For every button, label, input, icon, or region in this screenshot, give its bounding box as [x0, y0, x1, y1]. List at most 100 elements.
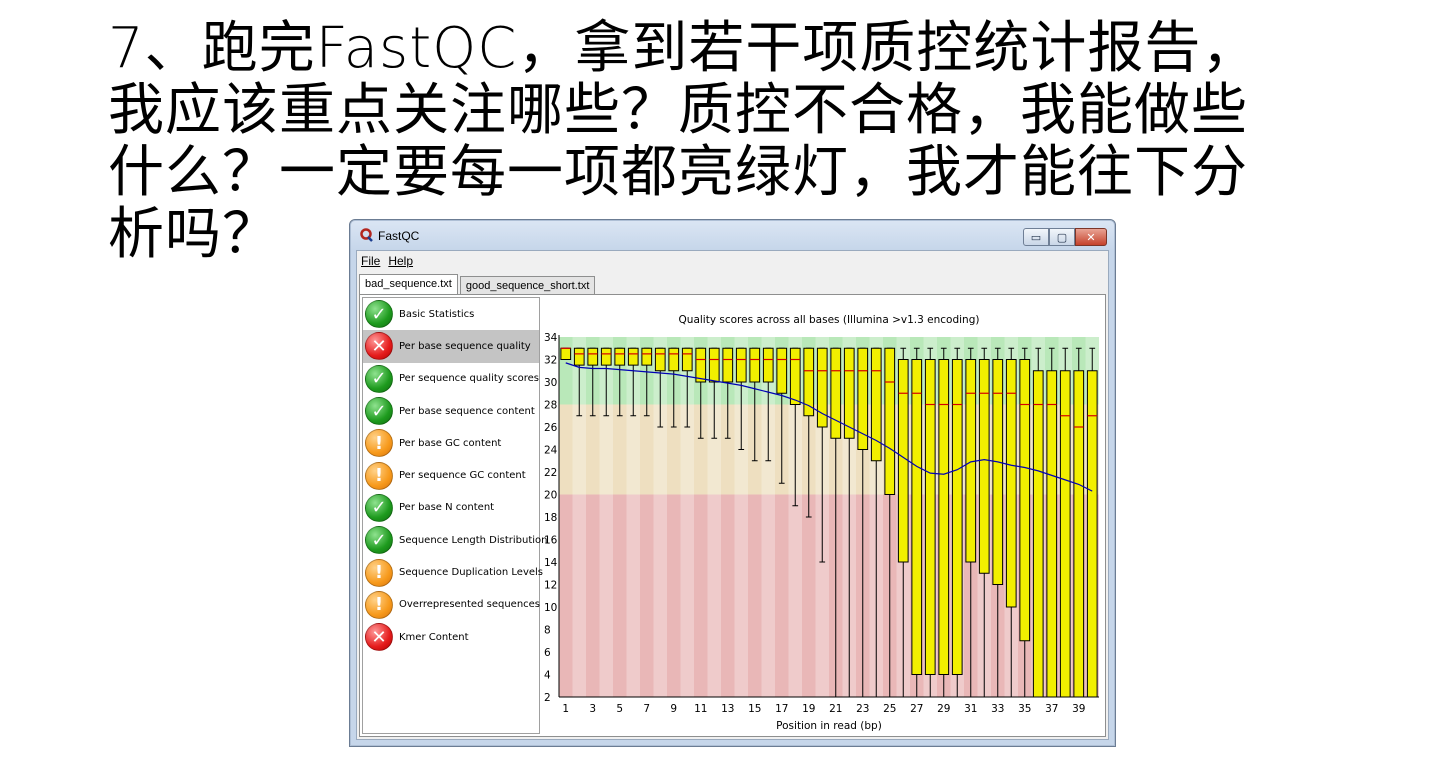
- quartile-box: [614, 347, 626, 366]
- file-tabs: bad_sequence.txt good_sequence_short.txt: [359, 273, 597, 295]
- module-item[interactable]: ✓ Per sequence quality scores: [363, 363, 539, 395]
- y-tick-label: 22: [544, 467, 557, 479]
- quartile-box: [870, 347, 882, 462]
- y-tick-label: 2: [544, 692, 551, 704]
- quartile-box: [641, 347, 653, 366]
- minimize-icon: ▭: [1030, 230, 1042, 244]
- quartile-box: [681, 347, 693, 372]
- x-tick-label: 17: [775, 703, 788, 715]
- quartile-box: [830, 347, 842, 439]
- quartile-box: [776, 347, 788, 394]
- x-tick-label: 25: [883, 703, 896, 715]
- module-label: Kmer Content: [399, 631, 469, 643]
- x-tick-label: 15: [748, 703, 761, 715]
- quartile-box: [897, 359, 909, 563]
- minimize-button[interactable]: ▭: [1023, 228, 1049, 246]
- x-axis-label: Position in read (bp): [776, 720, 882, 732]
- slide-title-line: 7、跑完FastQC，拿到若干项质控统计报告，: [108, 16, 1259, 81]
- x-tick-label: 37: [1045, 703, 1058, 715]
- y-tick-label: 20: [544, 490, 557, 502]
- exclamation-icon: !: [365, 590, 393, 619]
- quality-chart: Quality scores across all bases (Illumin…: [541, 297, 1103, 734]
- x-tick-label: 19: [802, 703, 815, 715]
- check-icon: ✓: [365, 364, 393, 393]
- module-item[interactable]: ! Per base GC content: [363, 427, 539, 459]
- x-tick-label: 11: [694, 703, 707, 715]
- fastqc-window: FastQC ▭ ▢ ✕ File Help bad_sequence.txt …: [349, 219, 1116, 747]
- menu-help[interactable]: Help: [388, 254, 413, 268]
- quartile-box: [1086, 370, 1098, 698]
- module-label: Overrepresented sequences: [399, 599, 541, 611]
- quartile-box: [1005, 359, 1017, 608]
- slide-title-line: 什么？一定要每一项都亮绿灯，我才能往下分: [108, 140, 1248, 205]
- x-tick-label: 5: [616, 703, 623, 715]
- module-item[interactable]: ✓ Per base sequence content: [363, 395, 539, 427]
- box-plot-item: [951, 347, 963, 698]
- module-item[interactable]: ! Overrepresented sequences: [363, 589, 541, 621]
- menu-file[interactable]: File: [361, 254, 380, 268]
- tab-good-sequence-short[interactable]: good_sequence_short.txt: [459, 276, 596, 295]
- window-titlebar[interactable]: FastQC ▭ ▢ ✕: [350, 220, 1115, 250]
- y-tick-label: 6: [544, 647, 551, 659]
- close-button[interactable]: ✕: [1075, 228, 1107, 246]
- y-tick-label: 14: [544, 557, 558, 569]
- module-item[interactable]: ✓ Sequence Length Distribution: [363, 524, 548, 556]
- x-tick-label: 31: [964, 703, 977, 715]
- check-icon: ✓: [365, 493, 393, 522]
- y-tick-label: 34: [544, 332, 558, 344]
- quartile-box: [1059, 370, 1071, 698]
- quartile-box: [978, 359, 990, 574]
- module-item[interactable]: ! Sequence Duplication Levels: [363, 556, 543, 588]
- y-tick-label: 10: [544, 602, 557, 614]
- x-tick-label: 21: [829, 703, 842, 715]
- quartile-box: [1019, 359, 1031, 642]
- y-tick-label: 4: [544, 670, 551, 682]
- x-tick-label: 1: [562, 703, 569, 715]
- box-plot-item: [1086, 347, 1098, 698]
- cross-icon: ✕: [365, 332, 393, 361]
- fastqc-app-icon: [360, 228, 373, 242]
- quality-chart-svg: Quality scores across all bases (Illumin…: [544, 314, 1099, 732]
- check-icon: ✓: [365, 526, 393, 555]
- module-item[interactable]: ✕ Per base sequence quality: [363, 330, 539, 363]
- check-icon: ✓: [365, 397, 393, 426]
- module-label: Basic Statistics: [399, 308, 475, 320]
- exclamation-icon: !: [365, 461, 393, 490]
- y-tick-label: 26: [544, 422, 558, 434]
- module-item[interactable]: ✕ Kmer Content: [363, 621, 539, 653]
- window-title: FastQC: [378, 229, 420, 243]
- tab-bad-sequence[interactable]: bad_sequence.txt: [359, 274, 458, 295]
- quartile-box: [789, 347, 801, 405]
- x-tick-label: 13: [721, 703, 734, 715]
- y-tick-label: 24: [544, 445, 558, 457]
- chart-title: Quality scores across all bases (Illumin…: [679, 314, 980, 326]
- box-plot-item: [911, 347, 923, 698]
- x-tick-label: 35: [1018, 703, 1031, 715]
- box-plot-item: [1032, 347, 1044, 698]
- quartile-box: [735, 347, 747, 383]
- maximize-button[interactable]: ▢: [1049, 228, 1075, 246]
- module-label: Sequence Length Distribution: [399, 534, 548, 546]
- box-plot-item: [1059, 347, 1071, 698]
- module-item[interactable]: ✓ Per base N content: [363, 492, 539, 524]
- module-item[interactable]: ✓ Basic Statistics: [363, 298, 539, 330]
- quartile-box: [951, 359, 963, 675]
- window-controls: ▭ ▢ ✕: [1023, 228, 1107, 246]
- close-icon: ✕: [1086, 230, 1096, 244]
- y-tick-label: 8: [544, 625, 551, 637]
- module-label: Per sequence quality scores: [399, 373, 539, 385]
- module-label: Per sequence GC content: [399, 470, 526, 482]
- module-item[interactable]: ! Per sequence GC content: [363, 459, 539, 491]
- quartile-box: [573, 347, 585, 366]
- module-label: Per base N content: [399, 502, 495, 514]
- cross-icon: ✕: [365, 623, 393, 652]
- x-tick-label: 29: [937, 703, 950, 715]
- quartile-box: [938, 359, 950, 675]
- report-panel: ✓ Basic Statistics ✕ Per base sequence qual…: [359, 294, 1106, 737]
- quartile-box: [1032, 370, 1044, 698]
- check-icon: ✓: [365, 300, 393, 329]
- quartile-box: [1046, 370, 1058, 698]
- module-list: ✓ Basic Statistics ✕ Per base sequence qual…: [362, 297, 548, 734]
- module-label: Per base sequence quality: [399, 340, 531, 352]
- quartile-box: [762, 347, 774, 383]
